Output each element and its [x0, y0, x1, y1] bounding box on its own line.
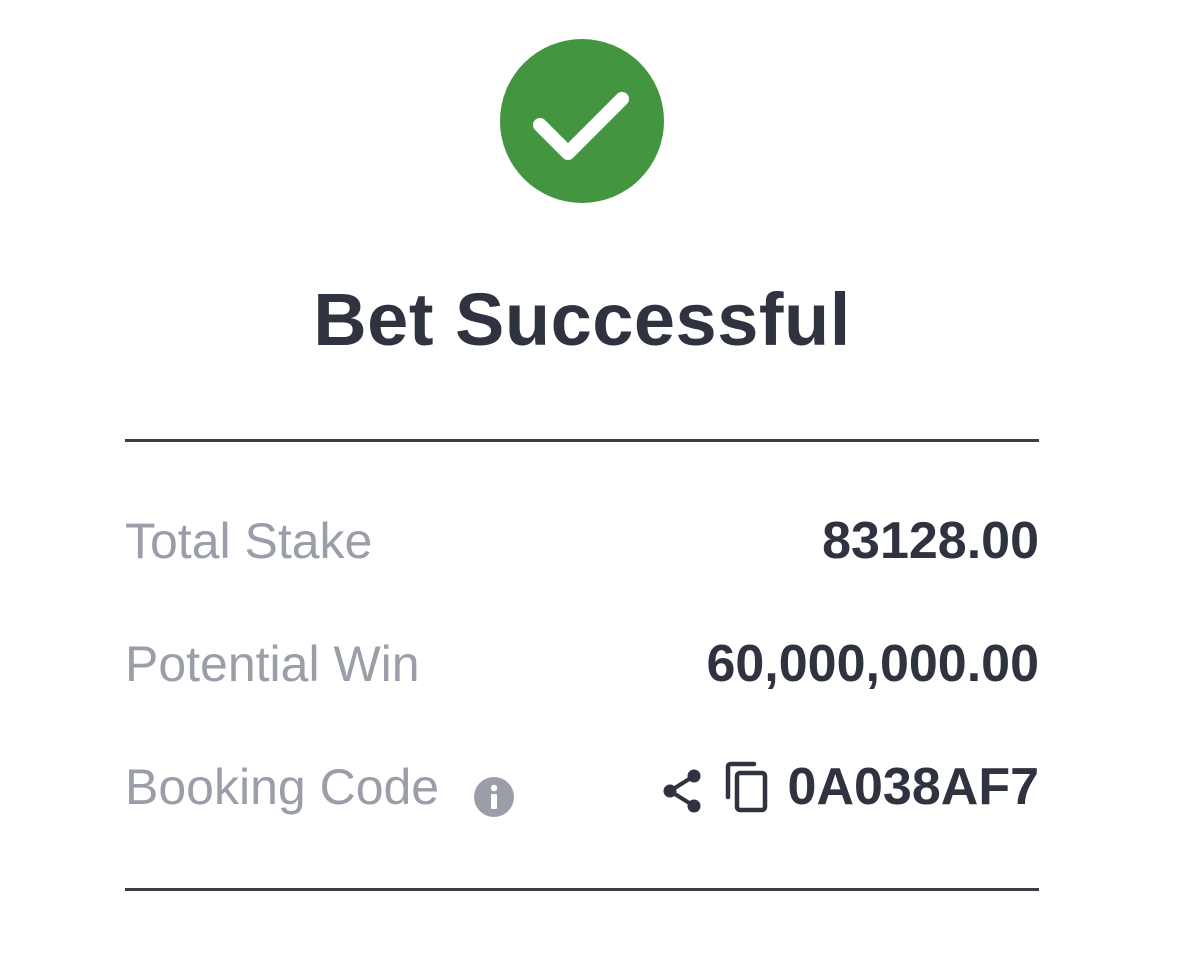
- bet-confirmation-page: Bet Successful Total Stake 83128.00 Pote…: [0, 0, 1200, 975]
- booking-code-label: Booking Code: [125, 759, 440, 815]
- divider: [125, 439, 1039, 442]
- info-icon[interactable]: [473, 766, 515, 817]
- page-title: Bet Successful: [313, 278, 851, 361]
- share-icon[interactable]: [660, 763, 704, 813]
- potential-win-label: Potential Win: [125, 636, 420, 692]
- booking-code-row: Booking Code 0A038AF7: [125, 752, 1039, 822]
- check-circle-icon: [500, 39, 664, 203]
- divider: [125, 888, 1039, 891]
- total-stake-label: Total Stake: [125, 513, 373, 569]
- booking-code-value-group: 0A038AF7: [660, 752, 1039, 822]
- total-stake-value: 83128.00: [822, 512, 1039, 570]
- total-stake-row: Total Stake 83128.00: [125, 506, 1039, 576]
- copy-icon[interactable]: [724, 761, 770, 813]
- potential-win-row: Potential Win 60,000,000.00: [125, 629, 1039, 699]
- booking-code-value[interactable]: 0A038AF7: [788, 752, 1039, 822]
- potential-win-value: 60,000,000.00: [706, 635, 1039, 693]
- booking-code-label-group: Booking Code: [125, 752, 515, 822]
